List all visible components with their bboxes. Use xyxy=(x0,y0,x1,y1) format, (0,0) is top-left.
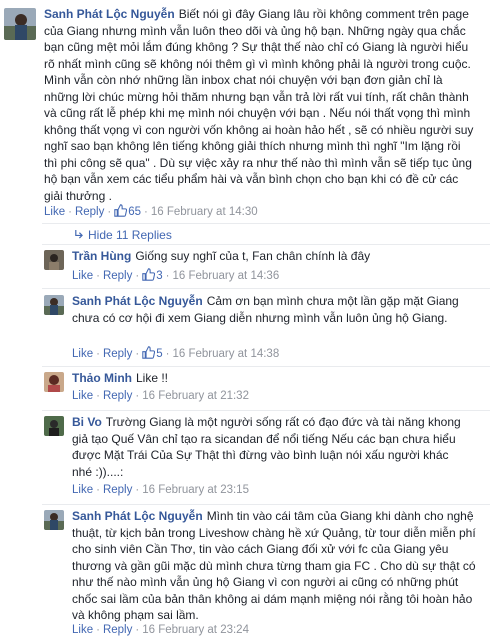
divider xyxy=(42,504,490,505)
timestamp[interactable]: 16 February at 23:15 xyxy=(142,484,249,496)
reply-button[interactable]: Reply xyxy=(103,348,132,360)
author-name[interactable]: Thảo Minh xyxy=(72,371,132,385)
comment-text: Biết nói gì đây Giang lâu rồi không comm… xyxy=(44,7,474,203)
divider xyxy=(42,366,490,367)
comment-actions: Like · Reply · 16 February at 21:32 xyxy=(72,390,249,402)
like-button[interactable]: Like xyxy=(72,348,93,360)
comment-body: Thảo Minh Like !! xyxy=(72,370,462,387)
comment-body: Sanh Phát Lộc Nguyễn Mình tin vào cái tâm… xyxy=(72,508,476,624)
hide-replies-link[interactable]: Hide 11 Replies xyxy=(74,228,172,242)
divider xyxy=(42,410,490,411)
hide-replies-label: Hide 11 Replies xyxy=(88,228,172,242)
comment-actions: Like · Reply · 16 February at 23:15 xyxy=(72,484,249,496)
comment-body: Trần Hùng Giống suy nghĩ của t, Fan chân … xyxy=(72,248,472,265)
timestamp[interactable]: 16 February at 21:32 xyxy=(142,390,249,402)
avatar[interactable] xyxy=(4,8,36,40)
thumbs-up-icon[interactable] xyxy=(114,204,128,217)
thumbs-up-icon[interactable] xyxy=(142,268,156,281)
timestamp[interactable]: 16 February at 23:24 xyxy=(142,624,249,636)
like-count[interactable]: 65 xyxy=(128,206,141,218)
like-button[interactable]: Like xyxy=(44,206,65,218)
reply-button[interactable]: Reply xyxy=(103,390,132,402)
comment-actions: Like · Reply · 16 February at 23:24 xyxy=(72,624,249,636)
comment-body: Sanh Phát Lộc Nguyễn Biết nói gì đây Gian… xyxy=(44,6,474,204)
like-button[interactable]: Like xyxy=(72,624,93,636)
reply-button[interactable]: Reply xyxy=(75,206,104,218)
timestamp[interactable]: 16 February at 14:36 xyxy=(172,270,279,282)
comment-text: Trường Giang là một người sống rất có đạ… xyxy=(72,415,461,479)
avatar[interactable] xyxy=(44,510,64,530)
divider xyxy=(42,288,490,289)
author-name[interactable]: Bi Vo xyxy=(72,415,102,429)
like-count[interactable]: 5 xyxy=(156,348,162,360)
author-name[interactable]: Sanh Phát Lộc Nguyễn xyxy=(44,7,175,21)
reply-button[interactable]: Reply xyxy=(103,270,132,282)
reply-button[interactable]: Reply xyxy=(103,484,132,496)
divider xyxy=(42,223,490,224)
comment-body: Bi Vo Trường Giang là một người sống rất … xyxy=(72,414,470,480)
comment-text: Like !! xyxy=(136,371,169,385)
timestamp[interactable]: 16 February at 14:30 xyxy=(151,206,258,218)
comment-text: Giống suy nghĩ của t, Fan chân chính là … xyxy=(135,249,371,263)
avatar[interactable] xyxy=(44,416,64,436)
like-button[interactable]: Like xyxy=(72,484,93,496)
comment-actions: Like · Reply · 3 · 16 February at 14:36 xyxy=(72,268,280,282)
reply-button[interactable]: Reply xyxy=(103,624,132,636)
author-name[interactable]: Sanh Phát Lộc Nguyễn xyxy=(72,509,203,523)
avatar[interactable] xyxy=(44,295,64,315)
like-button[interactable]: Like xyxy=(72,390,93,402)
like-count[interactable]: 3 xyxy=(156,270,162,282)
divider xyxy=(42,244,490,245)
like-button[interactable]: Like xyxy=(72,270,93,282)
comment-body: Sanh Phát Lộc Nguyễn Cảm ơn bạn mình chưa… xyxy=(72,293,462,326)
avatar[interactable] xyxy=(44,250,64,270)
thumbs-up-icon[interactable] xyxy=(142,346,156,359)
timestamp[interactable]: 16 February at 14:38 xyxy=(172,348,279,360)
author-name[interactable]: Trần Hùng xyxy=(72,249,131,263)
comment-actions: Like · Reply · 65 · 16 February at 14:30 xyxy=(44,204,258,218)
comment-text: Mình tin vào cái tâm của Giang khi dành … xyxy=(72,509,476,622)
avatar[interactable] xyxy=(44,372,64,392)
author-name[interactable]: Sanh Phát Lộc Nguyễn xyxy=(72,294,203,308)
comment-actions: Like · Reply · 5 · 16 February at 14:38 xyxy=(72,346,280,360)
reply-arrow-icon xyxy=(75,230,83,239)
